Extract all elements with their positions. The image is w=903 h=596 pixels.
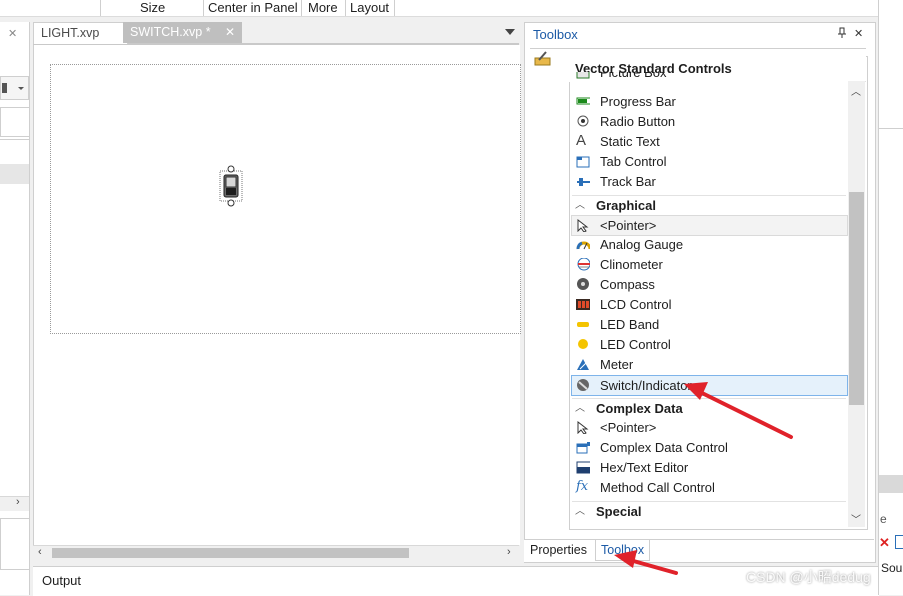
- red-arrowhead: [684, 382, 708, 400]
- watermark-text: CSDN @小昭dedug: [746, 569, 871, 585]
- annotation-arrows: [614, 382, 793, 575]
- red-arrow-line: [628, 558, 678, 575]
- red-arrow-line: [698, 390, 793, 439]
- red-arrowhead: [614, 550, 637, 568]
